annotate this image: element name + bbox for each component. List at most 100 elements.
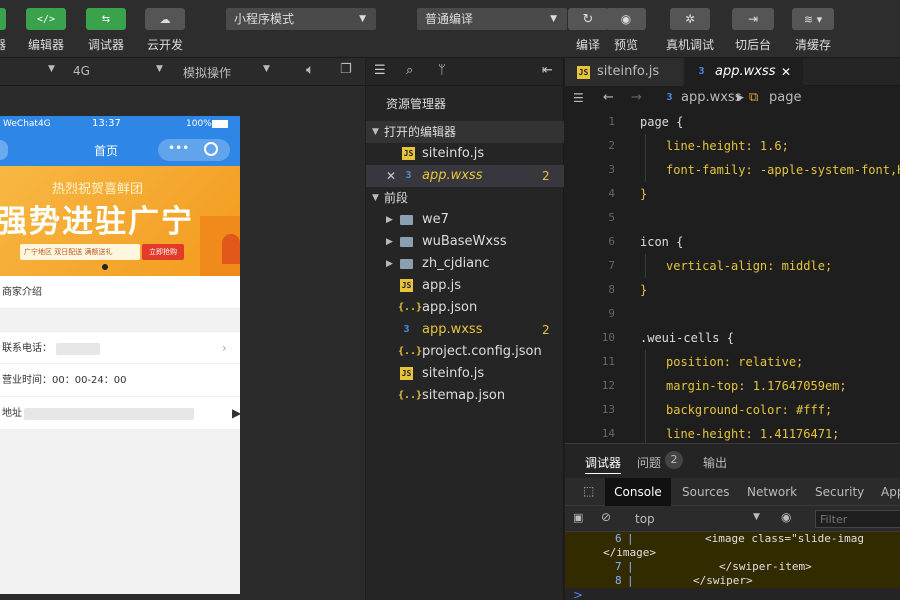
console-output[interactable]: 6 | <image class="slide-imag </image> 7 | </…	[565, 532, 900, 588]
open-file-name: siteinfo.js	[422, 146, 485, 161]
tab-debugger[interactable]: 调试器	[585, 454, 622, 474]
mode-select[interactable]: 小程序模式 ▼	[226, 8, 376, 30]
console-prompt[interactable]: >	[573, 588, 583, 600]
status-battery: 100%	[186, 119, 212, 129]
tab-label: app.wxss	[715, 64, 776, 79]
status-carrier: WeChat4G	[3, 119, 51, 129]
clear-cache-button[interactable]: ≋ ▾ 清缓存	[792, 8, 834, 53]
network-select[interactable]: 4G	[73, 64, 90, 78]
inspect-icon[interactable]: ⬚	[583, 484, 594, 498]
editor-label: 编辑器	[27, 38, 64, 52]
breadcrumb-symbol[interactable]: page	[769, 86, 801, 110]
context-select[interactable]: top	[635, 512, 655, 526]
editor-toggle-button[interactable]: </> 编辑器	[26, 8, 66, 53]
breadcrumb-file[interactable]: app.wxss	[681, 86, 741, 110]
merchant-intro-row[interactable]: 商家介绍	[0, 276, 240, 309]
list-icon[interactable]: ☰	[573, 86, 584, 110]
js-file-icon: JS	[577, 66, 590, 79]
operation-select[interactable]: 模拟操作	[183, 64, 231, 81]
tab-app[interactable]: App	[881, 485, 900, 499]
hours-label: 营业时间：00：00-24：00	[2, 375, 127, 386]
main-toolbar: 器 </> 编辑器 ⇆ 调试器 ☁ 云开发 小程序模式 ▼ 普通编译 ▼ ↻ 编…	[0, 0, 900, 58]
search-icon[interactable]: ⌕	[406, 63, 413, 78]
file-name: app.wxss	[422, 322, 483, 337]
code-area[interactable]: 1 page { 2 line-height: 1.6; 3 font-family:…	[565, 110, 900, 450]
compile-select[interactable]: 普通编译 ▼	[417, 8, 567, 30]
clear-console-icon[interactable]: ⊘	[601, 510, 611, 524]
debugger-toggle-button[interactable]: ⇆ 调试器	[86, 8, 126, 53]
close-icon[interactable]: ✕	[781, 58, 791, 86]
phone-row[interactable]: 联系电话： ›	[0, 331, 240, 364]
back-arrow-icon[interactable]: ←	[603, 86, 614, 110]
open-editors-header[interactable]: ▼ 打开的编辑器	[366, 121, 564, 143]
more-icon[interactable]: •••	[168, 141, 189, 155]
close-circle-icon[interactable]	[204, 142, 218, 156]
caret-down-icon: ▼	[550, 14, 557, 24]
folder-icon	[400, 237, 413, 247]
window-icon[interactable]: ❐	[340, 62, 352, 77]
console-filter-input[interactable]	[815, 510, 900, 528]
promo-banner[interactable]: 热烈祝贺喜鲜团 强势进驻广宁 广宁地区 双日配送 满额送礼 立即抢购	[0, 166, 240, 276]
project-header[interactable]: ▼ 前段	[366, 187, 564, 209]
volume-icon[interactable]: 🔈︎	[306, 62, 314, 78]
code-icon: </>	[26, 8, 66, 30]
tab-sources[interactable]: Sources	[682, 485, 729, 499]
caret-down-icon[interactable]: ▼	[753, 512, 760, 522]
tab-security[interactable]: Security	[815, 485, 864, 499]
css-file-icon: 3	[405, 170, 412, 181]
background-button[interactable]: ⇥ 切后台	[732, 8, 774, 53]
caret-down-icon[interactable]: ▼	[156, 64, 163, 74]
folder-zh-cjdianc[interactable]: ▶ zh_cjdianc	[366, 253, 564, 275]
address-row[interactable]: 地址 ▶	[0, 397, 240, 430]
tab-siteinfo-js[interactable]: JS siteinfo.js	[565, 58, 683, 86]
tab-network[interactable]: Network	[747, 485, 797, 499]
tree-shape	[222, 234, 240, 264]
collapse-panel-icon[interactable]: ⇤	[542, 63, 553, 78]
file-siteinfo-js[interactable]: JS siteinfo.js	[366, 363, 564, 385]
open-file-siteinfo[interactable]: JS siteinfo.js	[366, 143, 564, 165]
close-icon[interactable]: ✕	[386, 165, 396, 187]
device-debug-button[interactable]: ✲ 真机调试	[666, 8, 714, 53]
caret-down-icon[interactable]: ▼	[48, 64, 55, 74]
file-sitemap-json[interactable]: {..} sitemap.json	[366, 385, 564, 407]
branch-icon[interactable]: ᛘ	[438, 63, 446, 78]
file-project-config[interactable]: {..} project.config.json	[366, 341, 564, 363]
chevron-right-icon: ›	[222, 341, 227, 355]
swiper-dot[interactable]	[102, 264, 108, 270]
file-app-json[interactable]: {..} app.json	[366, 297, 564, 319]
folder-icon	[400, 259, 413, 269]
tab-console[interactable]: Console	[605, 478, 671, 506]
capsule-menu[interactable]: •••	[158, 139, 230, 161]
partial-button[interactable]: 器	[0, 8, 6, 53]
open-file-app-wxss[interactable]: ✕ 3 app.wxss 2	[366, 165, 564, 187]
preview-button[interactable]: ◉ 预览	[606, 8, 646, 53]
tab-app-wxss[interactable]: 3 app.wxss ✕	[685, 58, 803, 86]
bug-icon: ✲	[670, 8, 710, 30]
list-icon[interactable]: ☰	[374, 63, 386, 78]
folder-we7[interactable]: ▶ we7	[366, 209, 564, 231]
eye-icon[interactable]: ◉	[781, 510, 791, 524]
tab-output[interactable]: 输出	[703, 454, 727, 471]
folder-wubasewxss[interactable]: ▶ wuBaseWxss	[366, 231, 564, 253]
file-app-wxss[interactable]: 3 app.wxss 2	[366, 319, 564, 341]
forward-arrow-icon[interactable]: →	[631, 86, 642, 110]
chevron-right-icon: ▶	[737, 93, 744, 103]
compile-button[interactable]: ↻ 编译	[568, 8, 608, 53]
code-line: 12 margin-top: 1.17647059em;	[601, 379, 847, 393]
chevron-right-icon: ▶	[386, 259, 393, 269]
exit-icon: ⇥	[732, 8, 774, 30]
caret-down-icon[interactable]: ▼	[263, 64, 270, 74]
banner-buy-button[interactable]: 立即抢购	[142, 244, 184, 260]
device-debug-label: 真机调试	[666, 38, 715, 52]
tab-issues[interactable]: 问题	[637, 454, 661, 471]
folder-name: we7	[422, 212, 449, 227]
cloud-dev-button[interactable]: ☁ 云开发	[145, 8, 185, 53]
hours-row: 营业时间：00：00-24：00	[0, 364, 240, 397]
code-line: 10 .weui-cells {	[601, 331, 734, 345]
sidebar-toggle-icon[interactable]: ▣	[573, 511, 583, 524]
banner-main-text: 强势进驻广宁	[0, 204, 194, 240]
chevron-right-icon: ▶	[386, 215, 393, 225]
back-icon[interactable]	[0, 140, 8, 160]
debug-icon: ⇆	[86, 8, 126, 30]
file-app-js[interactable]: JS app.js	[366, 275, 564, 297]
